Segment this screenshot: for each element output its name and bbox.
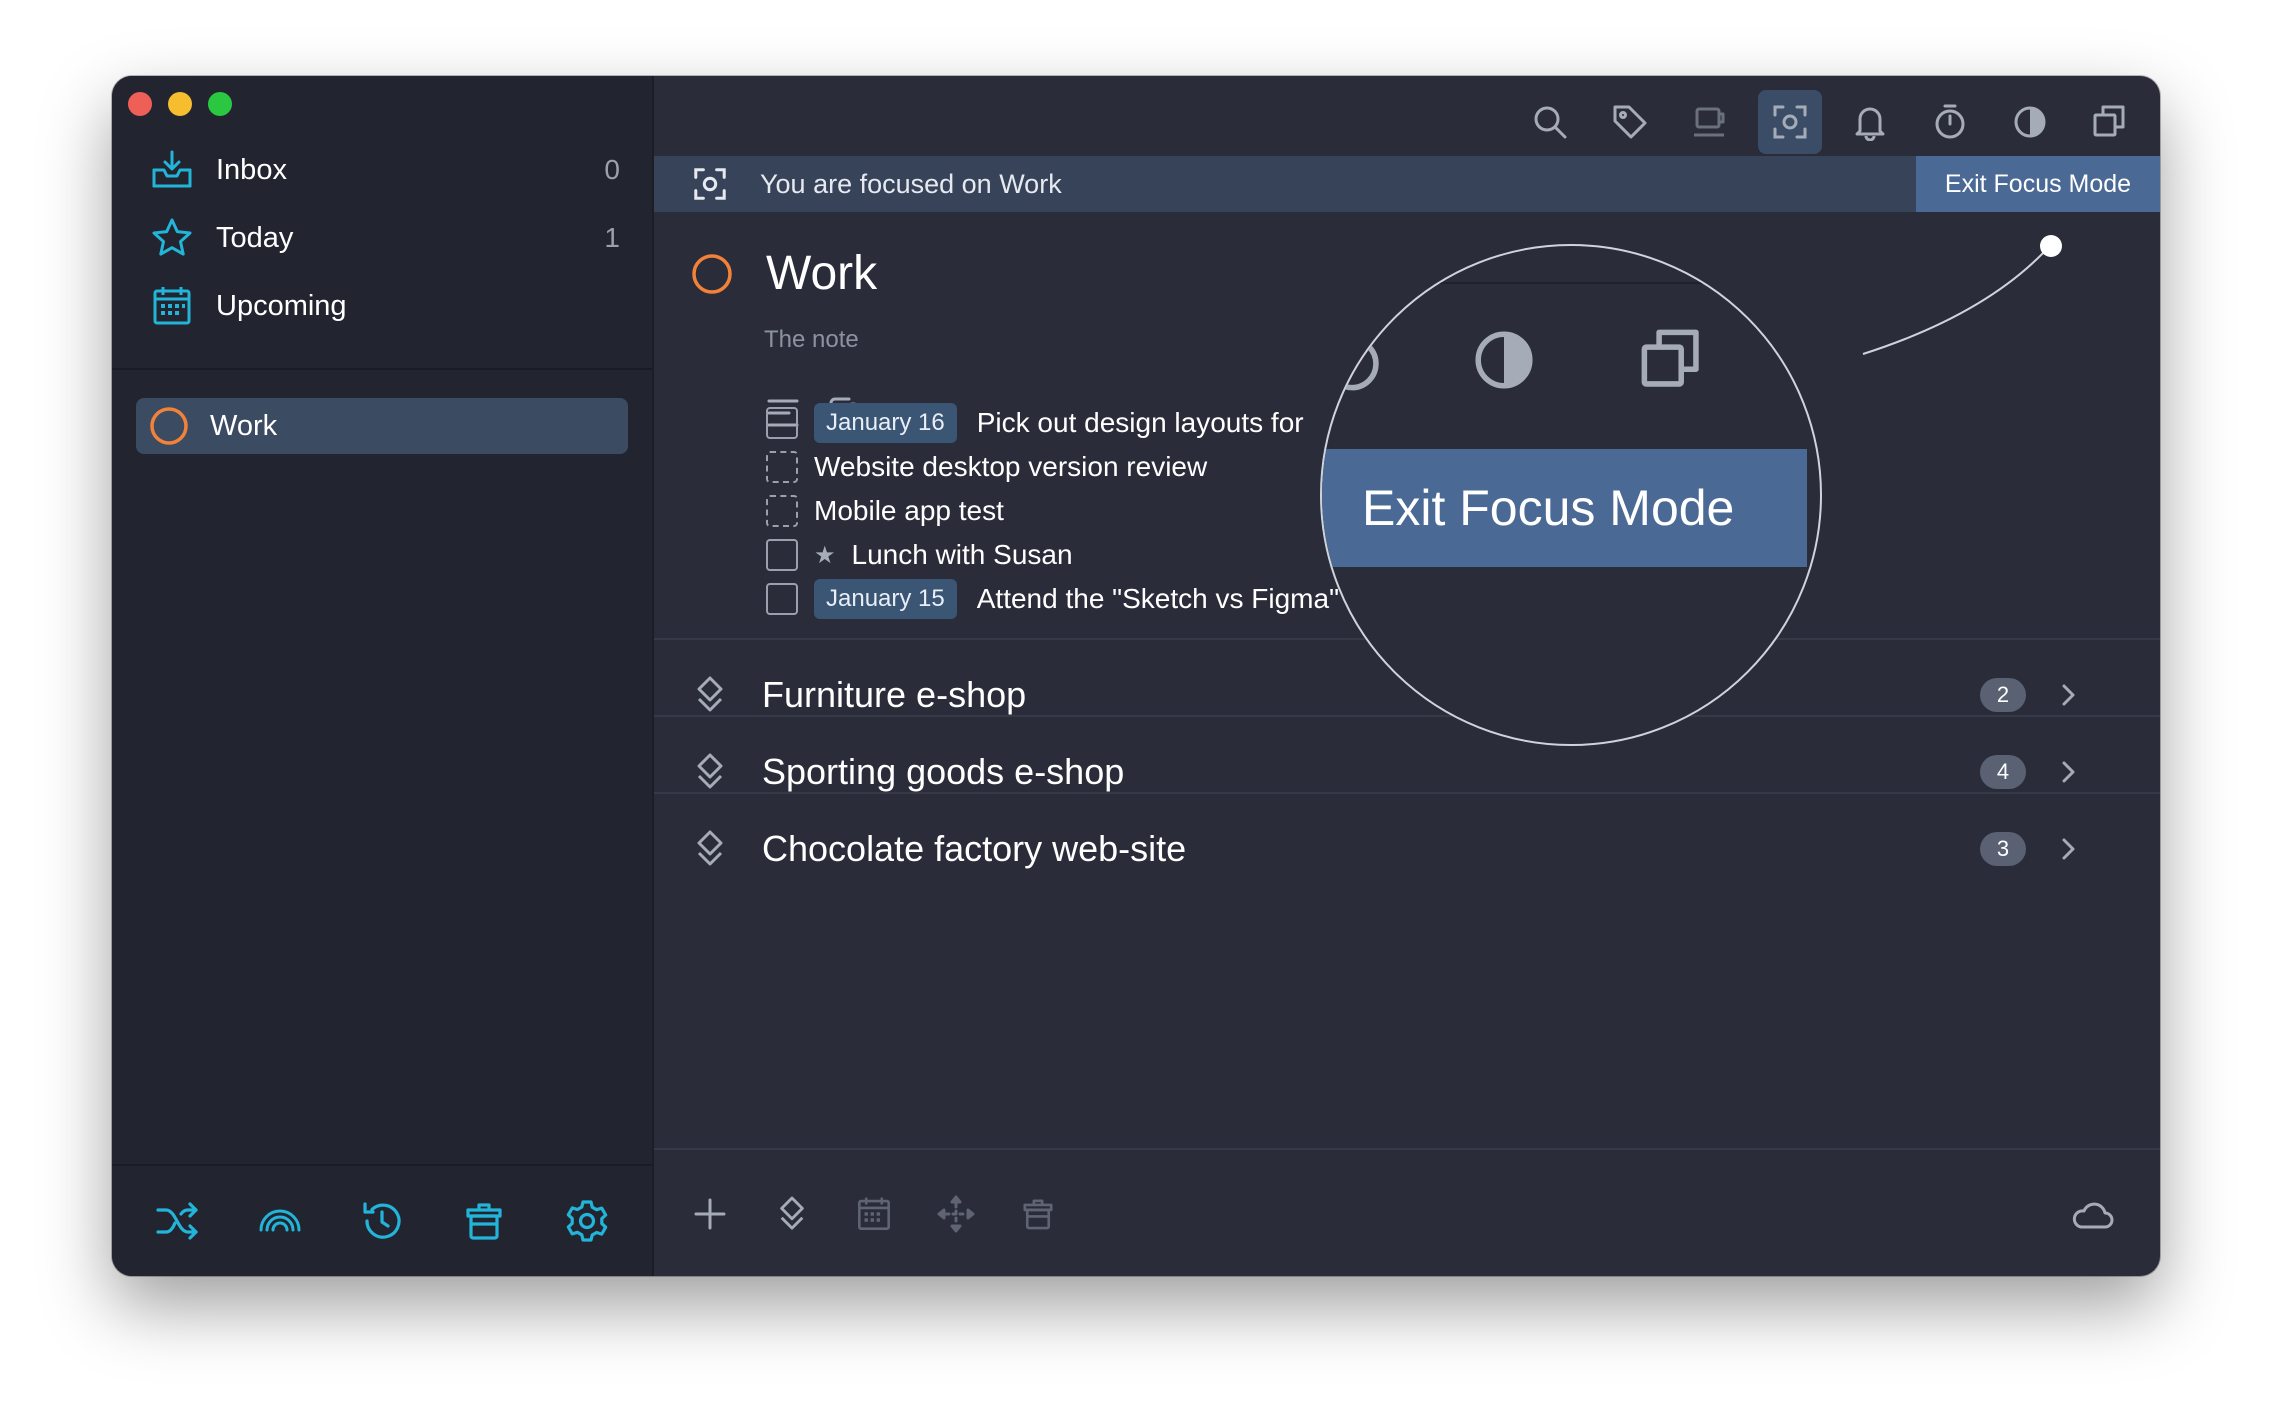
move-icon[interactable] <box>930 1188 982 1240</box>
main-bottom-toolbar <box>654 1148 2160 1276</box>
project-title[interactable]: Work <box>766 246 877 301</box>
group-count-badge: 3 <box>1980 832 2026 866</box>
task-row[interactable]: Website desktop version review <box>766 445 1207 489</box>
sidebar-project-work[interactable]: Work <box>136 398 628 454</box>
plus-icon[interactable] <box>684 1188 736 1240</box>
inbox-icon <box>144 142 200 198</box>
project-note[interactable]: The note <box>764 326 859 354</box>
contrast-icon <box>1466 322 1542 398</box>
shuffle-icon[interactable] <box>147 1191 207 1251</box>
search-icon[interactable] <box>1518 90 1582 154</box>
focus-mode-text: You are focused on Work <box>760 168 1062 199</box>
main-panel: You are focused on Work Exit Focus Mode … <box>654 76 2160 1276</box>
zoom-window-button[interactable] <box>208 92 232 116</box>
calendar-icon <box>144 278 200 334</box>
trash-icon[interactable] <box>1012 1188 1064 1240</box>
contrast-icon[interactable] <box>1998 90 2062 154</box>
top-toolbar <box>1518 82 2142 162</box>
window-controls <box>128 92 232 116</box>
task-row[interactable]: January 16 Pick out design layouts for <box>766 401 1304 445</box>
stopwatch-icon[interactable] <box>1918 90 1982 154</box>
task-checkbox[interactable] <box>766 451 798 483</box>
circle-icon <box>148 405 190 447</box>
star-icon <box>144 210 200 266</box>
task-checkbox[interactable] <box>766 495 798 527</box>
sidebar-item-label: Today <box>216 221 294 254</box>
project-circle-icon[interactable] <box>690 252 734 296</box>
task-title[interactable]: Mobile app test <box>814 495 1004 527</box>
magnifier-callout: Exit Focus Mode <box>1320 244 1822 746</box>
group-count-badge: 4 <box>1980 755 2026 789</box>
magnified-toolbar-divider <box>1322 282 1820 284</box>
task-title[interactable]: Website desktop version review <box>814 451 1207 483</box>
sidebar-bottom-toolbar <box>112 1166 652 1276</box>
exit-focus-mode-button[interactable]: Exit Focus Mode <box>1916 156 2160 212</box>
sidebar-item-label: Inbox <box>216 153 287 186</box>
project-header: Work <box>690 246 877 301</box>
sidebar-item-today[interactable]: Today 1 <box>132 210 632 266</box>
calendar-icon[interactable] <box>848 1188 900 1240</box>
history-icon[interactable] <box>352 1191 412 1251</box>
task-checkbox[interactable] <box>766 583 798 615</box>
chevron-right-icon[interactable] <box>2048 829 2088 869</box>
cloud-icon[interactable] <box>2066 1188 2118 1240</box>
coffee-icon[interactable] <box>1678 90 1742 154</box>
rainbow-icon[interactable] <box>250 1191 310 1251</box>
focus-mode-banner: You are focused on Work Exit Focus Mode <box>654 156 2160 212</box>
focus-icon[interactable] <box>1758 90 1822 154</box>
chevron-right-icon[interactable] <box>2048 752 2088 792</box>
star-icon: ★ <box>814 541 836 569</box>
trash-icon[interactable] <box>454 1191 514 1251</box>
sidebar-item-count: 1 <box>604 222 620 253</box>
minimize-window-button[interactable] <box>168 92 192 116</box>
task-title[interactable]: Pick out design layouts for <box>977 407 1304 439</box>
sidebar-item-upcoming[interactable]: Upcoming <box>132 278 632 334</box>
tag-icon[interactable] <box>1598 90 1662 154</box>
bell-icon[interactable] <box>1838 90 1902 154</box>
group-title: Sporting goods e-shop <box>762 751 1125 792</box>
project-group-row[interactable]: Chocolate factory web-site 3 <box>654 792 2160 904</box>
sidebar: Inbox 0 Today 1 Upcoming Work <box>112 76 654 1276</box>
task-date-tag[interactable]: January 15 <box>814 579 957 619</box>
group-icon[interactable] <box>766 1188 818 1240</box>
copy-icon[interactable] <box>2078 90 2142 154</box>
task-title[interactable]: Lunch with Susan <box>852 539 1073 571</box>
close-window-button[interactable] <box>128 92 152 116</box>
stopwatch-icon <box>1322 322 1390 398</box>
task-row[interactable]: Mobile app test <box>766 489 1004 533</box>
copy-icon <box>1634 322 1710 398</box>
task-checkbox[interactable] <box>766 407 798 439</box>
sidebar-item-label: Upcoming <box>216 289 347 322</box>
gear-icon[interactable] <box>557 1191 617 1251</box>
group-title: Furniture e-shop <box>762 674 1027 715</box>
task-date-tag[interactable]: January 16 <box>814 403 957 443</box>
group-count-badge: 2 <box>1980 678 2026 712</box>
sidebar-item-inbox[interactable]: Inbox 0 <box>132 142 632 198</box>
task-checkbox[interactable] <box>766 539 798 571</box>
chevron-right-icon[interactable] <box>2048 675 2088 715</box>
group-title: Chocolate factory web-site <box>762 828 1187 869</box>
focus-icon <box>682 156 738 212</box>
sidebar-divider <box>112 368 652 370</box>
sidebar-project-label: Work <box>210 409 278 442</box>
app-window: Inbox 0 Today 1 Upcoming Work You are fo… <box>112 76 2160 1276</box>
group-icon <box>682 821 738 877</box>
task-row[interactable]: ★ Lunch with Susan <box>766 533 1073 577</box>
sidebar-item-count: 0 <box>604 154 620 185</box>
magnified-exit-focus-mode-button: Exit Focus Mode <box>1322 449 1807 567</box>
